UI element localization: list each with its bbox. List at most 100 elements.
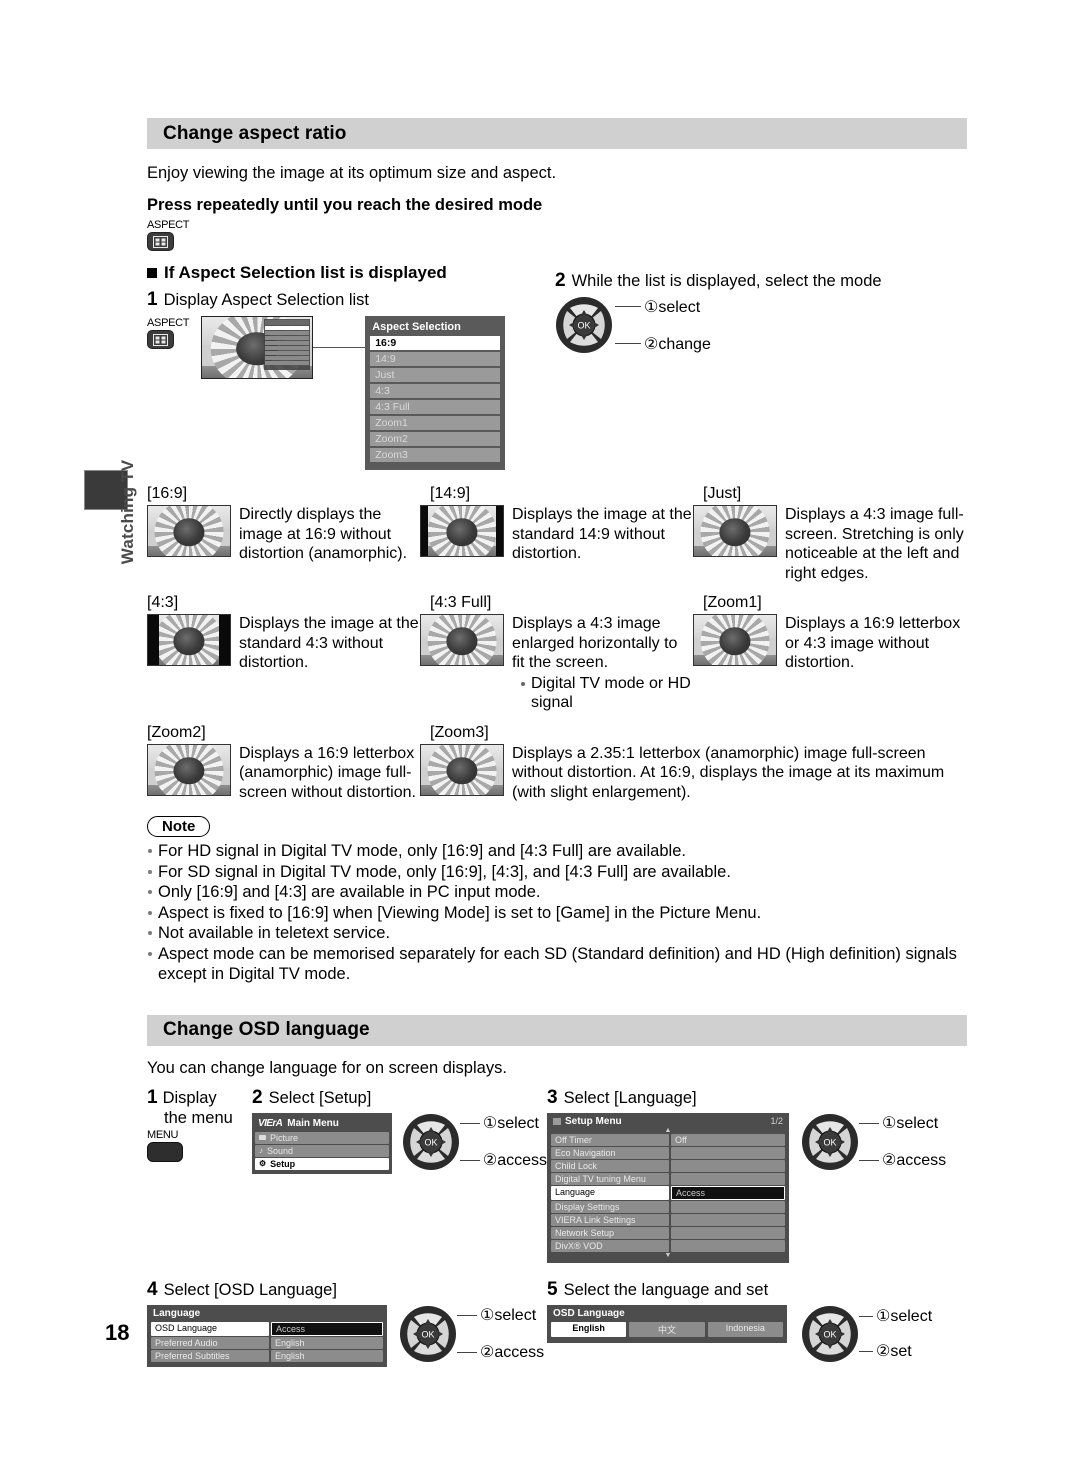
setup-menu-panel: Setup Menu 1/2 ▲ Off Timer Off Eco Navig… xyxy=(547,1112,789,1263)
aspect-grid-icon xyxy=(153,333,168,346)
svg-text:OK: OK xyxy=(424,1137,437,1147)
osd-step-1: 1 Display the menu MENU xyxy=(147,1087,252,1263)
svg-text:OK: OK xyxy=(577,321,590,331)
aspect-mode-zoom2-thumb xyxy=(147,743,231,796)
dpad-icon: OK xyxy=(400,1305,456,1362)
setup-icon: ⚙ xyxy=(259,1159,267,1168)
main-menu-title: Main Menu xyxy=(287,1117,339,1129)
aspect-mode-zoom2-caption: [Zoom2] xyxy=(147,723,206,741)
cursor-pad-step2[interactable]: OK xyxy=(555,296,613,354)
aspect-option-zoom3[interactable]: Zoom3 xyxy=(370,448,501,462)
setup-menu-row-language[interactable]: Language Access xyxy=(551,1185,785,1200)
osd-step-5-annot-2: ②set xyxy=(876,1343,912,1360)
aspect-subheading-text: If Aspect Selection list is displayed xyxy=(164,263,447,282)
svg-text:OK: OK xyxy=(823,1137,836,1147)
aspect-option-14-9[interactable]: 14:9 xyxy=(370,352,501,366)
aspect-option-4-3[interactable]: 4:3 xyxy=(370,384,501,398)
aspect-step-2-annot-1: ①select xyxy=(644,298,701,316)
setup-menu-row-viera-link-settings[interactable]: VIERA Link Settings xyxy=(551,1213,785,1226)
aspect-mode-row-1: [16:9] Directly displays the image at 16… xyxy=(147,484,967,583)
osd-language-title: OSD Language xyxy=(553,1307,625,1319)
note-label: Note xyxy=(147,816,211,837)
setup-menu-row-label: Display Settings xyxy=(551,1200,669,1213)
aspect-mode-4-3-thumb xyxy=(147,614,231,666)
cursor-pad-osd-step2[interactable]: OK xyxy=(402,1113,460,1171)
scroll-up-arrow-icon: ▲ xyxy=(664,1126,672,1134)
aspect-key-button[interactable] xyxy=(147,232,174,251)
note-item: Only [16:9] and [4:3] are available in P… xyxy=(147,882,967,903)
setup-menu-row-divx-vod[interactable]: DivX® VOD xyxy=(551,1239,785,1252)
setup-menu-row-off-timer[interactable]: Off Timer Off xyxy=(551,1133,785,1146)
setup-menu-row-value xyxy=(671,1213,785,1226)
setup-menu-row-label: Language xyxy=(551,1185,669,1200)
osd-language-option-chinese[interactable]: 中文 xyxy=(629,1321,705,1337)
osd-step-5-annot-1: ①select xyxy=(876,1308,933,1325)
language-menu-row-preferred-subtitles[interactable]: Preferred Subtitles English xyxy=(151,1349,383,1362)
language-menu-row-osd-language[interactable]: OSD Language Access xyxy=(151,1321,383,1336)
aspect-step-2: 2 While the list is displayed, select th… xyxy=(555,270,975,354)
page-content: Change aspect ratio Enjoy viewing the im… xyxy=(147,0,967,1367)
setup-menu-row-digital-tv-tuning[interactable]: Digital TV tuning Menu xyxy=(551,1172,785,1185)
osd-step-3-number: 3 xyxy=(547,1086,558,1108)
setup-menu-title: Setup Menu xyxy=(565,1115,622,1127)
aspect-option-zoom1[interactable]: Zoom1 xyxy=(370,416,501,430)
main-menu-item-setup[interactable]: ⚙ Setup xyxy=(255,1157,389,1170)
setup-menu-row-label: Network Setup xyxy=(551,1226,669,1239)
section-heading-aspect-ratio-text: Change aspect ratio xyxy=(163,122,347,144)
main-menu-item-sound[interactable]: ♪ Sound xyxy=(255,1144,389,1157)
aspect-mode-4-3-full-note: Digital TV mode or HD signal xyxy=(520,674,693,713)
aspect-option-4-3-full[interactable]: 4:3 Full xyxy=(370,400,501,414)
setup-menu-row-label: VIERA Link Settings xyxy=(551,1213,669,1226)
dpad-icon: OK xyxy=(802,1305,858,1362)
aspect-step-2-annot-2: ②change xyxy=(644,335,711,353)
aspect-option-zoom2[interactable]: Zoom2 xyxy=(370,432,501,446)
aspect-mode-zoom2-desc: Displays a 16:9 letterbox (anamorphic) i… xyxy=(239,744,416,801)
cursor-pad-osd-step5[interactable]: OK xyxy=(801,1305,859,1363)
osd-step-1-line2: the menu xyxy=(164,1108,233,1127)
aspect-mode-zoom2: [Zoom2] Displays a 16:9 letterbox (anamo… xyxy=(147,723,420,803)
setup-menu-row-network-setup[interactable]: Network Setup xyxy=(551,1226,785,1239)
aspect-mode-14-9: [14:9] Displays the image at the standar… xyxy=(420,484,693,583)
cursor-pad-osd-step3[interactable]: OK xyxy=(801,1113,859,1171)
aspect-mode-zoom3-desc: Displays a 2.35:1 letterbox (anamorphic)… xyxy=(512,744,945,801)
menu-key-button[interactable] xyxy=(147,1141,183,1162)
setup-menu-row-eco-navigation[interactable]: Eco Navigation xyxy=(551,1146,785,1159)
setup-menu-row-display-settings[interactable]: Display Settings xyxy=(551,1200,785,1213)
aspect-step-2-number: 2 xyxy=(555,270,566,291)
aspect-mode-zoom3-thumb xyxy=(420,743,504,796)
aspect-mode-4-3-caption: [4:3] xyxy=(147,594,179,611)
osd-step-5: 5 Select the language and set OSD Langua… xyxy=(547,1279,967,1367)
language-menu-row-value: Access xyxy=(271,1321,383,1336)
aspect-mode-grid: [16:9] Directly displays the image at 16… xyxy=(147,484,967,802)
aspect-step-1-key-button[interactable] xyxy=(147,330,174,349)
aspect-option-16-9[interactable]: 16:9 xyxy=(370,336,501,350)
setup-menu-row-value xyxy=(671,1172,785,1185)
section-heading-osd-language-text: Change OSD language xyxy=(163,1019,370,1040)
cursor-pad-osd-step4[interactable]: OK xyxy=(399,1305,457,1363)
osd-step-3: 3 Select [Language] Setup Menu 1/2 ▲ Off… xyxy=(547,1087,967,1263)
main-menu-item-picture-label: Picture xyxy=(270,1132,299,1143)
chapter-tab-label: Watching TV xyxy=(118,459,137,565)
aspect-option-just[interactable]: Just xyxy=(370,368,501,382)
osd-language-option-english[interactable]: English xyxy=(551,1321,627,1337)
aspect-step-1-key-label: ASPECT xyxy=(147,317,190,329)
aspect-mode-14-9-thumb xyxy=(420,505,504,557)
osd-step-1-line1: Display xyxy=(162,1088,217,1107)
setup-menu-row-label: Off Timer xyxy=(551,1133,669,1146)
main-menu-item-picture[interactable]: Picture xyxy=(255,1131,389,1144)
picture-icon xyxy=(259,1135,266,1140)
aspect-mode-4-3-full-desc: Displays a 4:3 image enlarged horizontal… xyxy=(512,615,678,671)
language-menu-row-value: English xyxy=(271,1336,383,1349)
setup-menu-row-child-lock[interactable]: Child Lock xyxy=(551,1159,785,1172)
osd-step-5-text: Select the language and set xyxy=(563,1280,769,1299)
scroll-down-arrow-icon: ▼ xyxy=(664,1251,672,1259)
svg-text:OK: OK xyxy=(823,1329,836,1339)
viera-logo: VIErA xyxy=(258,1117,283,1129)
setup-menu-row-value xyxy=(671,1159,785,1172)
language-menu-row-preferred-audio[interactable]: Preferred Audio English xyxy=(151,1336,383,1349)
osd-step-2: 2 Select [Setup] VIErA Main Menu Picture… xyxy=(252,1087,547,1263)
osd-language-option-indonesia[interactable]: Indonesia xyxy=(707,1321,783,1337)
aspect-mode-4-3-full-thumb xyxy=(420,614,504,666)
square-bullet-icon xyxy=(147,268,157,278)
osd-step-4-annot-2: ②access xyxy=(480,1344,545,1361)
